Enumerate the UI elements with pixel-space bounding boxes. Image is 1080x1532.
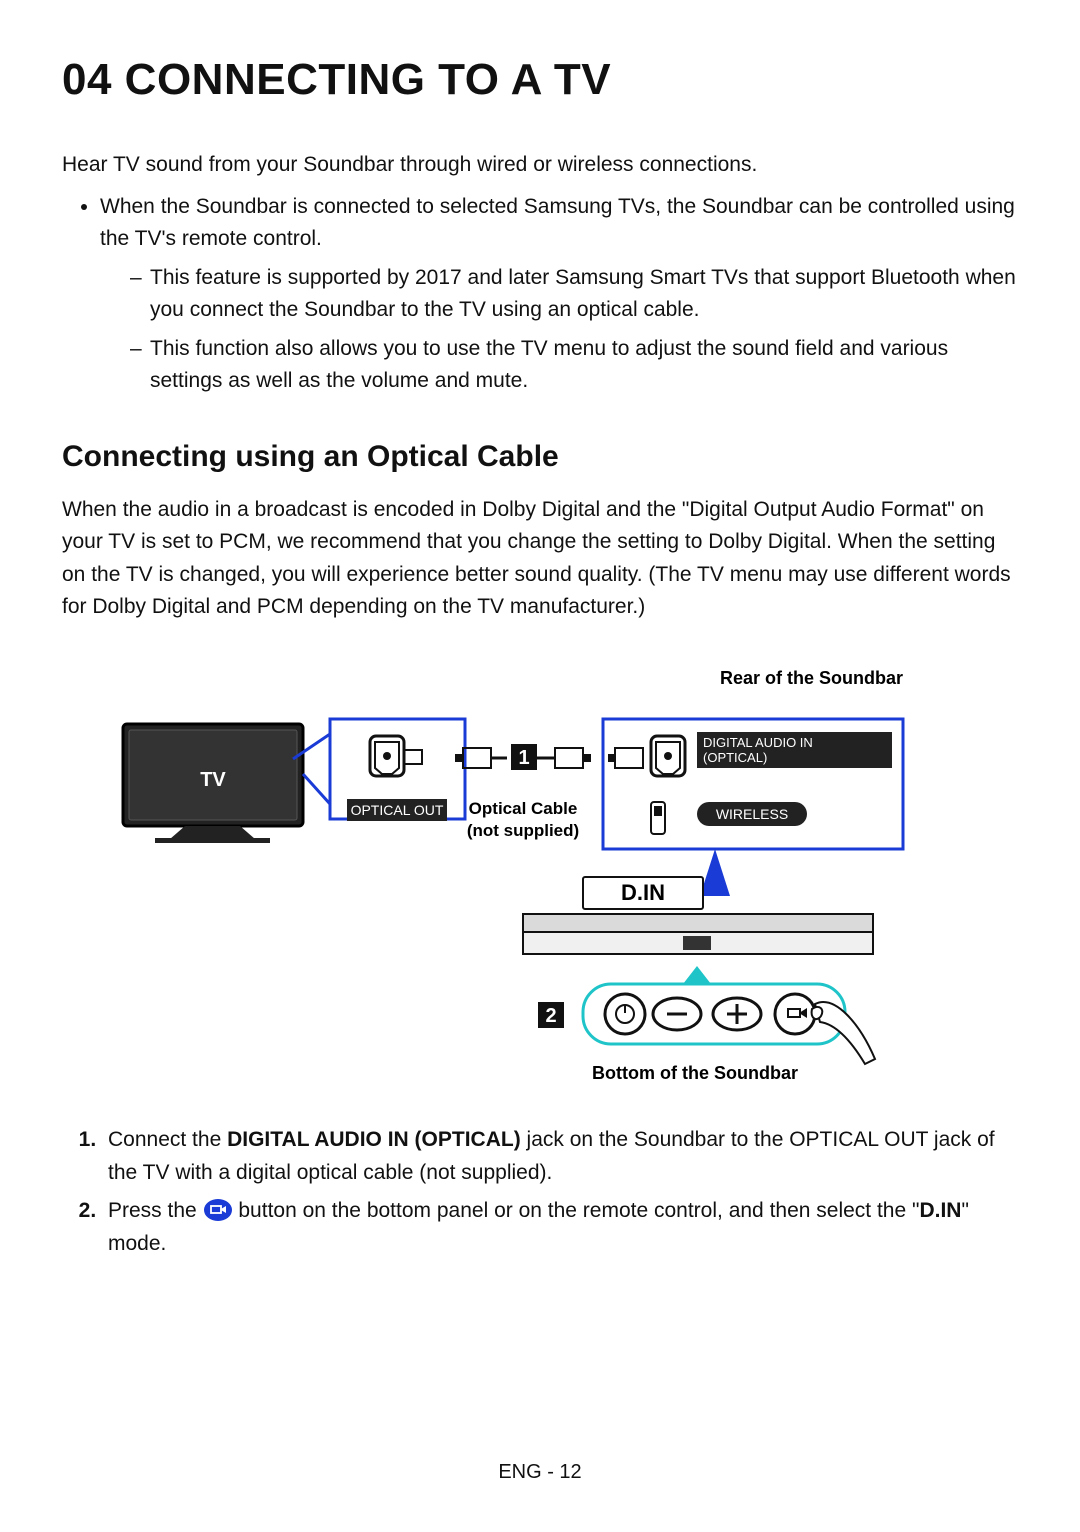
step-badge-2: 2	[545, 1005, 556, 1027]
wireless-label: WIRELESS	[716, 806, 788, 822]
not-supplied-label: (not supplied)	[467, 821, 579, 840]
manual-page: 04 CONNECTING TO A TV Hear TV sound from…	[0, 0, 1080, 1532]
section-heading: Connecting using an Optical Cable	[62, 440, 1018, 474]
bullet-text: When the Soundbar is connected to select…	[100, 195, 1015, 251]
tv-port-callout: OPTICAL OUT	[330, 719, 465, 821]
connection-diagram: Rear of the Soundbar TV	[62, 664, 1018, 1094]
soundbar-bottom-callout	[583, 984, 875, 1064]
list-item: This feature is supported by 2017 and la…	[130, 262, 1018, 327]
tv-label: TV	[200, 769, 226, 791]
step2-pre: Press the	[108, 1199, 203, 1222]
step1-bold: DIGITAL AUDIO IN (OPTICAL)	[227, 1128, 521, 1151]
dash-list: This feature is supported by 2017 and la…	[100, 262, 1018, 398]
soundbar-rear-callout: DIGITAL AUDIO IN (OPTICAL) WIRELESS	[603, 719, 903, 896]
page-footer: ENG - 12	[0, 1461, 1080, 1484]
list-item: When the Soundbar is connected to select…	[100, 191, 1018, 398]
optical-cable-label: Optical Cable	[469, 799, 578, 818]
chapter-title: 04 CONNECTING TO A TV	[62, 55, 1018, 105]
instruction-steps: Connect the DIGITAL AUDIO IN (OPTICAL) j…	[62, 1124, 1018, 1260]
rear-label: Rear of the Soundbar	[720, 668, 903, 688]
bullet-list: When the Soundbar is connected to select…	[62, 191, 1018, 398]
list-item: This function also allows you to use the…	[130, 333, 1018, 398]
step1-pre: Connect the	[108, 1128, 227, 1151]
list-item: Connect the DIGITAL AUDIO IN (OPTICAL) j…	[102, 1124, 1018, 1189]
step2-bold: D.IN	[919, 1199, 961, 1222]
tv-icon: TV	[123, 724, 303, 843]
digital-audio-in-label: DIGITAL AUDIO IN	[703, 735, 813, 750]
intro-text: Hear TV sound from your Soundbar through…	[62, 149, 1018, 181]
optical-out-label: OPTICAL OUT	[351, 802, 444, 818]
bottom-label: Bottom of the Soundbar	[592, 1063, 798, 1083]
optical-cable: 1 Optical Cable (not supplied)	[455, 744, 591, 840]
step2-mid: button on the bottom panel or on the rem…	[233, 1199, 920, 1222]
din-label: D.IN	[621, 880, 665, 905]
step-badge-1: 1	[518, 747, 529, 769]
source-button-icon	[203, 1198, 233, 1222]
diagram-svg: Rear of the Soundbar TV	[62, 664, 1018, 1094]
digital-audio-in-label2: (OPTICAL)	[703, 750, 767, 765]
list-item: Press the button on the bottom panel or …	[102, 1195, 1018, 1260]
din-display: D.IN	[583, 877, 703, 909]
section-paragraph: When the audio in a broadcast is encoded…	[62, 494, 1018, 624]
soundbar-body	[523, 914, 873, 984]
